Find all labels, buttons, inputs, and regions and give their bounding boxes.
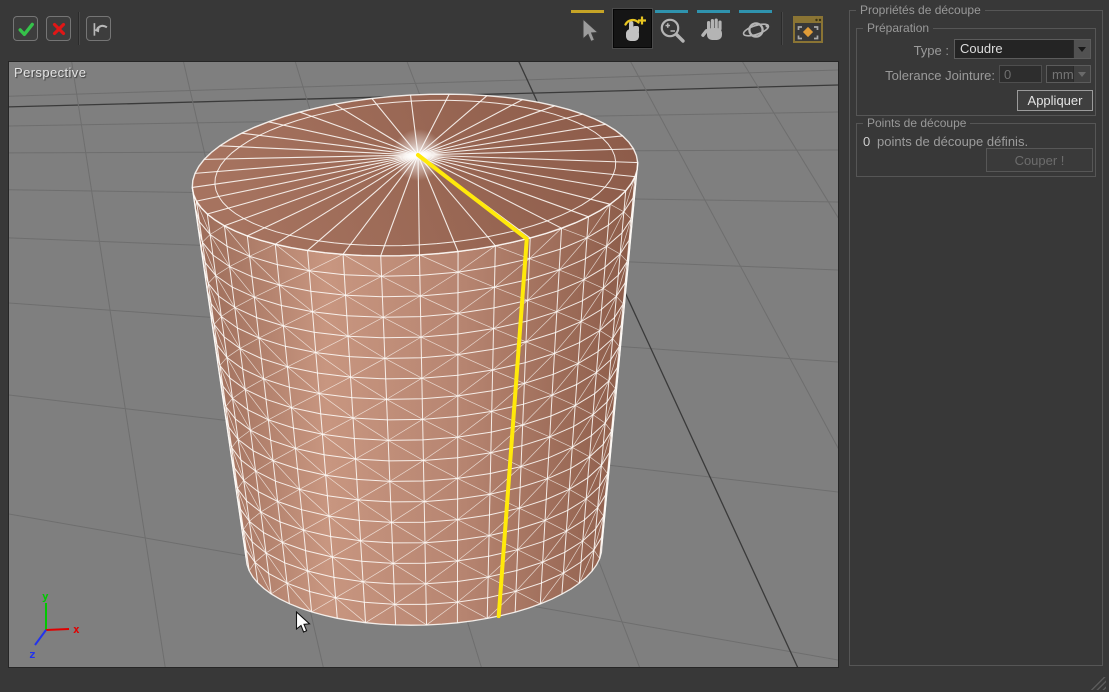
mouse-cursor-icon [295, 611, 313, 635]
tolerance-label: Tolerance Jointure: [857, 68, 995, 83]
pan-tool-indicator [697, 10, 730, 13]
cut-points-title: Points de découpe [863, 116, 970, 130]
return-to-start-button[interactable] [86, 16, 111, 41]
type-dropdown-arrow-button[interactable] [1073, 40, 1090, 58]
type-label: Type : [857, 43, 949, 58]
x-axis-label: x [73, 623, 80, 636]
application-window: Perspective y x z Propriétés de découpe … [0, 0, 1109, 692]
toolbar-separator [78, 12, 79, 45]
axis-triad: y x z [27, 590, 87, 666]
magnifier-zoom-icon [657, 15, 687, 45]
apply-button[interactable]: Appliquer [1017, 90, 1093, 111]
unit-dropdown: mm [1046, 65, 1091, 83]
hand-pan-icon [699, 15, 729, 45]
planet-orbit-icon [741, 15, 771, 45]
orbit-tool-button[interactable] [739, 14, 772, 46]
viewport-mode-label: Perspective [14, 65, 86, 80]
orbit-tool-indicator [739, 10, 772, 13]
chevron-down-icon [1078, 72, 1086, 77]
pan-tool-button[interactable] [697, 14, 730, 46]
toolbar-separator [781, 12, 782, 45]
frame-view-tool-button[interactable] [789, 11, 826, 48]
cut-button: Couper ! [986, 148, 1093, 172]
type-dropdown-value: Coudre [955, 40, 1073, 58]
cut-properties-panel: Propriétés de découpe Préparation Type :… [849, 10, 1103, 666]
scene-canvas [9, 62, 838, 667]
check-icon [16, 19, 36, 39]
preparation-title: Préparation [863, 21, 933, 35]
cursor-arrow-icon [573, 15, 603, 45]
z-axis-label: z [29, 648, 36, 661]
preparation-group: Préparation Type : Coudre Tolerance Join… [856, 28, 1096, 116]
select-tool-button[interactable] [571, 14, 604, 46]
cut-points-group: Points de découpe 0 points de découpe dé… [856, 123, 1096, 177]
type-dropdown[interactable]: Coudre [954, 39, 1091, 59]
cancel-button[interactable] [46, 16, 71, 41]
point-hand-plus-icon [617, 13, 649, 45]
window-resize-grip[interactable] [1091, 677, 1106, 690]
y-axis-label: y [42, 590, 49, 603]
unit-dropdown-arrow-button [1073, 66, 1090, 82]
3d-viewport[interactable]: Perspective y x z [8, 61, 839, 668]
chevron-down-icon [1078, 47, 1086, 52]
add-cut-point-tool-button[interactable] [613, 9, 652, 48]
tolerance-input [999, 65, 1042, 83]
panel-title: Propriétés de découpe [856, 3, 985, 17]
zoom-tool-indicator [655, 10, 688, 13]
arrow-to-bar-icon [89, 19, 109, 39]
cut-points-count: 0 [863, 134, 870, 149]
zoom-tool-button[interactable] [655, 14, 688, 46]
unit-dropdown-value: mm [1047, 66, 1073, 82]
cut-points-count-label: points de découpe définis. [877, 134, 1028, 149]
frame-view-icon [791, 14, 825, 46]
x-icon [50, 20, 68, 38]
select-tool-indicator [571, 10, 604, 13]
validate-button[interactable] [13, 16, 38, 41]
